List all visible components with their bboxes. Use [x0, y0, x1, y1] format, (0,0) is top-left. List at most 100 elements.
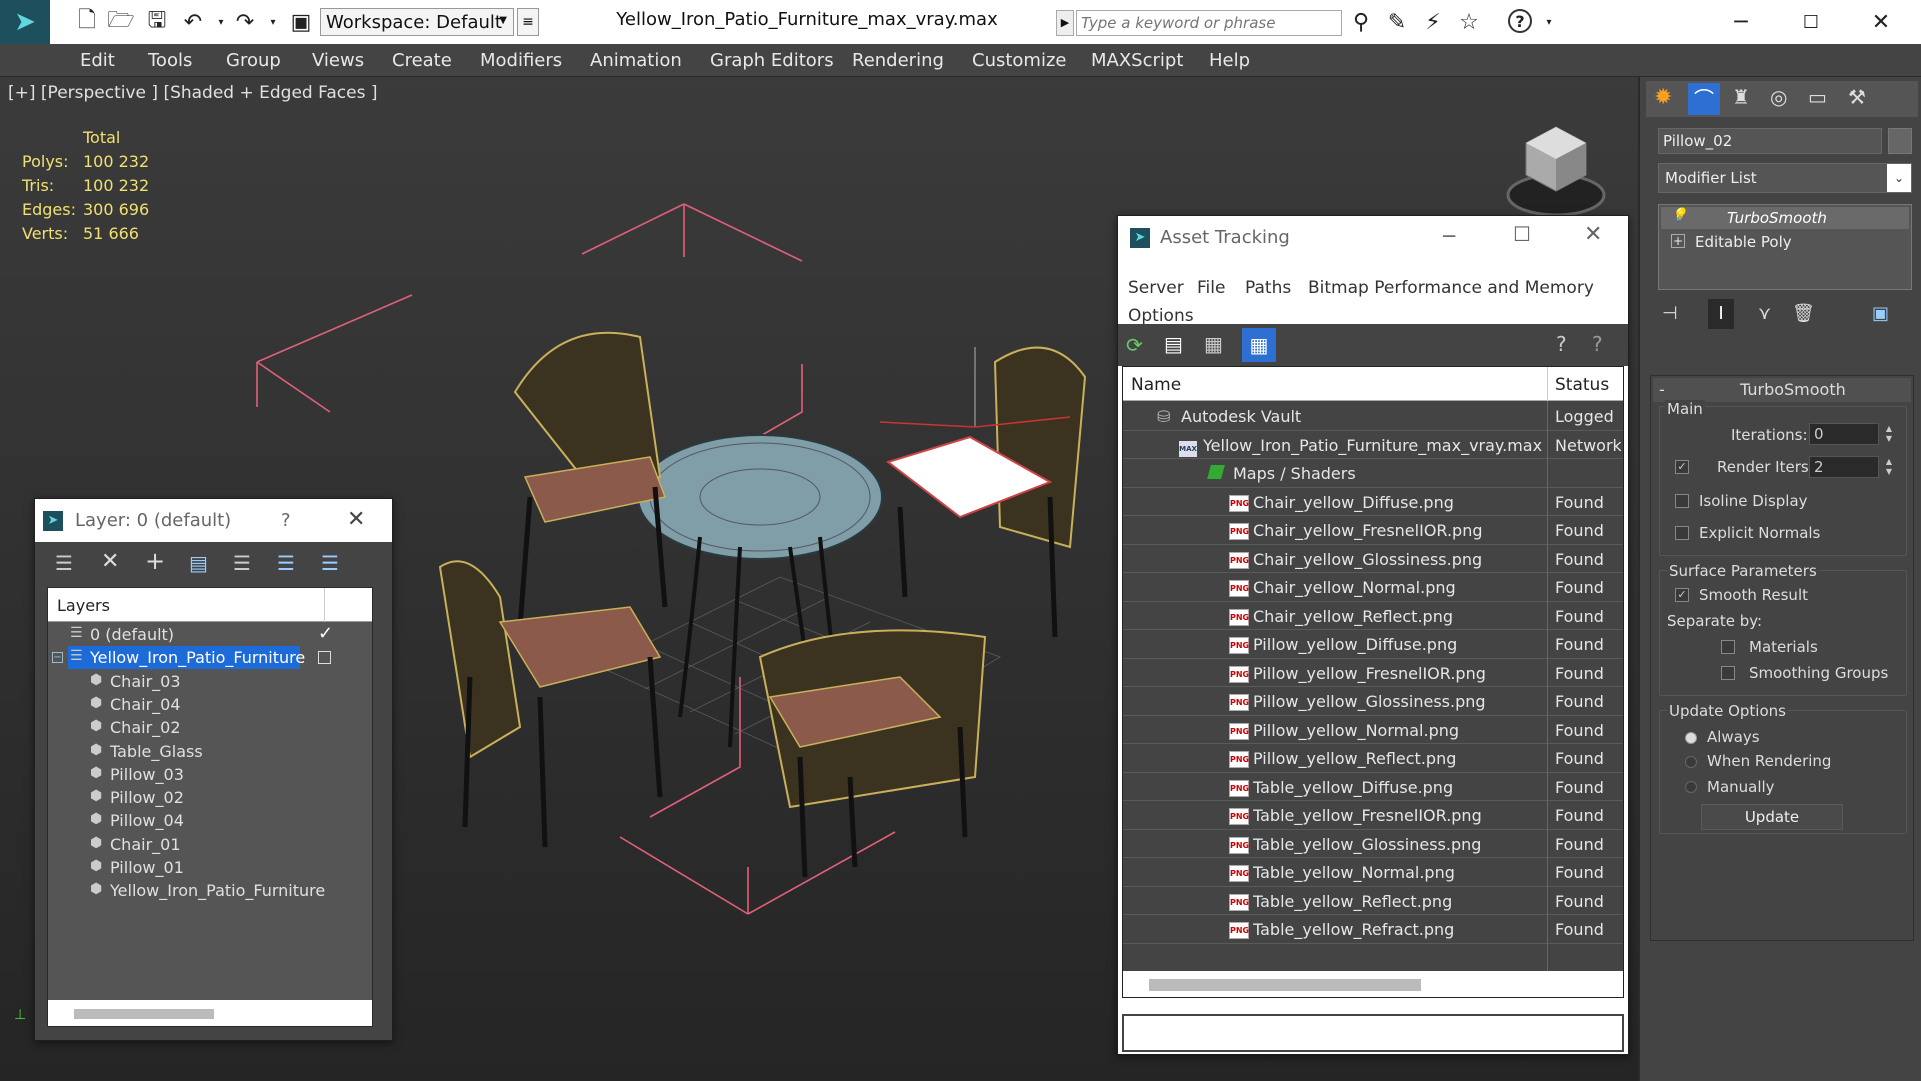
app-logo-icon[interactable]: ➤	[0, 0, 50, 44]
help-icon[interactable]: ?	[1508, 9, 1532, 33]
menu-tools[interactable]: Tools	[148, 50, 192, 71]
remove-modifier-icon[interactable]: 🗑	[1792, 303, 1815, 324]
asset-row[interactable]: PNG Table_yellow_Glossiness.png Found	[1123, 830, 1623, 858]
asset-scroll-thumb[interactable]	[1149, 979, 1421, 991]
object-color-swatch[interactable]	[1888, 128, 1912, 154]
asset-row[interactable]: PNG Pillow_yellow_Normal.png Found	[1123, 716, 1623, 744]
menu-graph-editors[interactable]: Graph Editors	[710, 50, 834, 71]
when-rendering-radio[interactable]	[1685, 756, 1697, 768]
layer-tree-hscroll[interactable]	[48, 1000, 372, 1026]
layer-dialog-close-icon[interactable]: ✕	[347, 507, 365, 532]
asset-row[interactable]: PNG Table_yellow_Refract.png Found	[1123, 915, 1623, 944]
refresh-icon[interactable]: ⟳	[1126, 333, 1143, 357]
spinner-arrows-icon[interactable]: ▲ ▼	[1886, 457, 1892, 477]
rollout-header[interactable]: - TurboSmooth	[1653, 378, 1911, 402]
modifier-list-dropdown[interactable]: Modifier List ⌄	[1658, 163, 1912, 193]
maximize-icon[interactable]: ☐	[1798, 9, 1824, 35]
stack-item-editable-poly[interactable]: + Editable Poly	[1661, 231, 1909, 253]
layer-dialog-titlebar[interactable]: ➤ Layer: 0 (default) ? ✕	[35, 499, 392, 542]
minimize-icon[interactable]: ─	[1728, 9, 1754, 35]
search-expand-icon[interactable]: ▶	[1056, 10, 1074, 36]
render-iters-spinner[interactable]: 2 ▲ ▼	[1809, 456, 1892, 478]
render-iters-checkbox[interactable]: ✓	[1675, 460, 1689, 474]
asset-row[interactable]: PNG Chair_yellow_FresnelIOR.png Found	[1123, 516, 1623, 545]
layer-dialog-help-button[interactable]: ?	[281, 510, 291, 531]
explicit-normals-checkbox[interactable]	[1675, 526, 1689, 540]
make-unique-icon[interactable]: ⋎	[1758, 303, 1771, 324]
isoline-checkbox[interactable]	[1675, 494, 1689, 508]
asset-row[interactable]: PNG Chair_yellow_Diffuse.png Found	[1123, 488, 1623, 516]
utilities-tab-icon[interactable]: ⚒	[1848, 85, 1866, 109]
select-layer-icon[interactable]: ☰	[233, 551, 251, 575]
asset-menu-bitmap[interactable]: Bitmap Performance and Memory	[1308, 278, 1594, 298]
asset-menu-file[interactable]: File	[1197, 278, 1225, 298]
asset-row[interactable]: PNG Table_yellow_FresnelIOR.png Found	[1123, 801, 1623, 830]
undo-dropdown-icon[interactable]: ▾	[208, 9, 234, 35]
asset-table-hscroll[interactable]	[1123, 971, 1623, 997]
asset-menu-options[interactable]: Options	[1128, 306, 1194, 326]
spinner-arrows-icon[interactable]: ▲ ▼	[1886, 424, 1892, 444]
tools-icon[interactable]: ✎	[1384, 9, 1410, 35]
help-question-icon[interactable]: ?	[1556, 332, 1567, 356]
manually-radio[interactable]	[1685, 781, 1697, 793]
asset-close-icon[interactable]: ✕	[1584, 222, 1602, 247]
status-column-header[interactable]: Status	[1555, 375, 1609, 395]
pin-stack-icon[interactable]: ⊣	[1662, 303, 1678, 324]
create-tab-icon[interactable]: ✹	[1654, 85, 1672, 110]
iterations-spinner[interactable]: 0 ▲ ▼	[1809, 423, 1892, 445]
show-end-result-icon[interactable]: I	[1708, 299, 1734, 329]
workspace-menu-icon[interactable]: ≡	[517, 8, 539, 36]
asset-row[interactable]: PNG Table_yellow_Reflect.png Found	[1123, 887, 1623, 915]
layer-object-row[interactable]: ⬢ Yellow_Iron_Patio_Furniture	[48, 879, 372, 907]
active-layer-check-icon[interactable]: ✓	[318, 623, 333, 644]
asset-row[interactable]: PNG Chair_yellow_Normal.png Found	[1123, 573, 1623, 602]
list-view-icon[interactable]: ▤	[1164, 332, 1183, 356]
update-button[interactable]: Update	[1701, 804, 1843, 830]
asset-minimize-icon[interactable]: ─	[1443, 224, 1455, 248]
workspace-dropdown[interactable]: Workspace: Default ▼	[320, 8, 514, 36]
add-to-layer-icon[interactable]: +	[145, 547, 165, 575]
set-active-checkbox[interactable]	[318, 651, 331, 665]
set-current-layer-icon[interactable]: ☰	[277, 551, 295, 575]
new-file-icon[interactable]: 🗋	[74, 8, 100, 35]
smoothing-groups-checkbox[interactable]	[1721, 666, 1735, 680]
menu-edit[interactable]: Edit	[80, 50, 115, 71]
menu-customize[interactable]: Customize	[972, 50, 1066, 71]
select-objects-icon[interactable]: ▤	[189, 551, 208, 575]
asset-row[interactable]: ⛁ Autodesk Vault Logged	[1123, 402, 1623, 431]
asset-row[interactable]: Maps / Shaders	[1123, 459, 1623, 488]
asset-row[interactable]: MAX Yellow_Iron_Patio_Furniture_max_vray.…	[1123, 431, 1623, 459]
hide-freeze-icon[interactable]: ☰	[321, 551, 339, 575]
menu-views[interactable]: Views	[312, 50, 364, 71]
favorites-star-icon[interactable]: ☆	[1456, 9, 1482, 35]
asset-menu-server[interactable]: Server	[1128, 278, 1184, 298]
table-view-icon[interactable]: ▦	[1242, 328, 1276, 362]
always-radio[interactable]	[1685, 732, 1697, 744]
menu-group[interactable]: Group	[226, 50, 281, 71]
stack-item-turbosmooth[interactable]: 💡 TurboSmooth	[1661, 207, 1909, 229]
layers-column-header[interactable]: Layers	[57, 596, 110, 615]
configure-sets-icon[interactable]: ▣	[1872, 303, 1889, 324]
asset-row[interactable]: PNG Pillow_yellow_Glossiness.png Found	[1123, 687, 1623, 716]
menu-create[interactable]: Create	[392, 50, 452, 71]
viewcube-icon[interactable]	[1504, 117, 1608, 221]
menu-help[interactable]: Help	[1209, 50, 1250, 71]
modify-tab-icon[interactable]: ⌒	[1688, 83, 1720, 115]
hierarchy-tab-icon[interactable]: ♜	[1732, 85, 1750, 109]
save-icon[interactable]: 🖫	[144, 8, 170, 35]
rollout-collapse[interactable]: -	[1659, 380, 1665, 399]
asset-row[interactable]: PNG Chair_yellow_Reflect.png Found	[1123, 602, 1623, 630]
undo-icon[interactable]: ↶	[180, 9, 206, 35]
asset-row[interactable]: PNG Table_yellow_Diffuse.png Found	[1123, 773, 1623, 801]
asset-row[interactable]: PNG Table_yellow_Normal.png Found	[1123, 858, 1623, 887]
delete-layer-icon[interactable]: ✕	[101, 549, 119, 574]
menu-rendering[interactable]: Rendering	[852, 50, 944, 71]
create-layer-icon[interactable]: ☰	[55, 551, 73, 575]
lightbulb-icon[interactable]: 💡	[1671, 208, 1687, 223]
menu-maxscript[interactable]: MAXScript	[1091, 50, 1183, 71]
menu-animation[interactable]: Animation	[590, 50, 682, 71]
redo-dropdown-icon[interactable]: ▾	[260, 9, 286, 35]
asset-tracking-titlebar[interactable]: ➤ Asset Tracking ─ ☐ ✕	[1118, 216, 1628, 260]
help-dropdown-icon[interactable]: ▾	[1536, 9, 1562, 35]
close-icon[interactable]: ✕	[1868, 9, 1894, 35]
